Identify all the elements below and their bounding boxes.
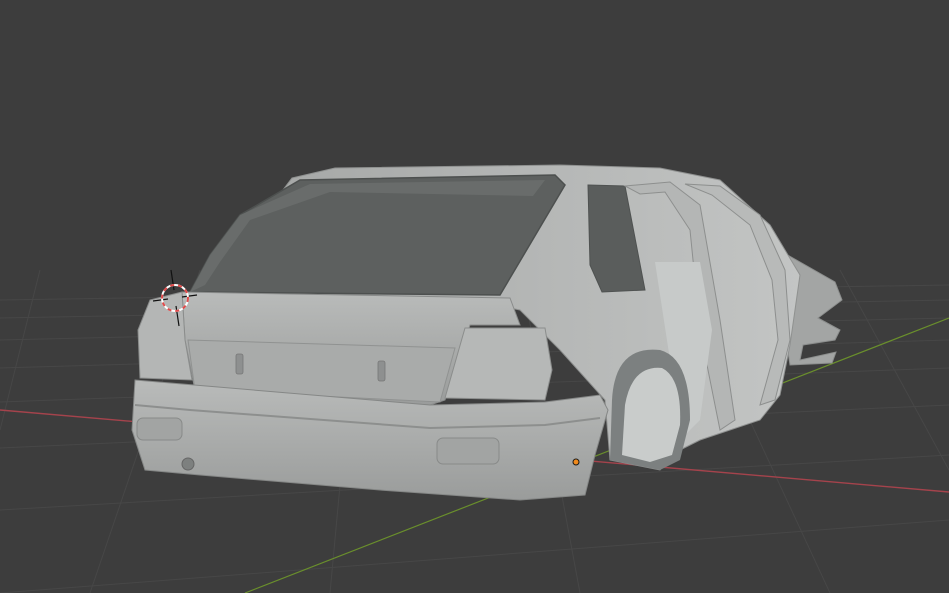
exhaust-hole (181, 457, 195, 471)
reflector-right (436, 437, 500, 465)
car-body-mesh[interactable] (131, 164, 843, 501)
reflector-left (136, 417, 183, 441)
viewport-scene[interactable] (0, 0, 949, 593)
3d-viewport[interactable] (0, 0, 949, 593)
tailgate-handle-right (377, 360, 386, 382)
object-origin-icon[interactable] (572, 458, 580, 466)
tailgate-handle-left (235, 353, 244, 375)
